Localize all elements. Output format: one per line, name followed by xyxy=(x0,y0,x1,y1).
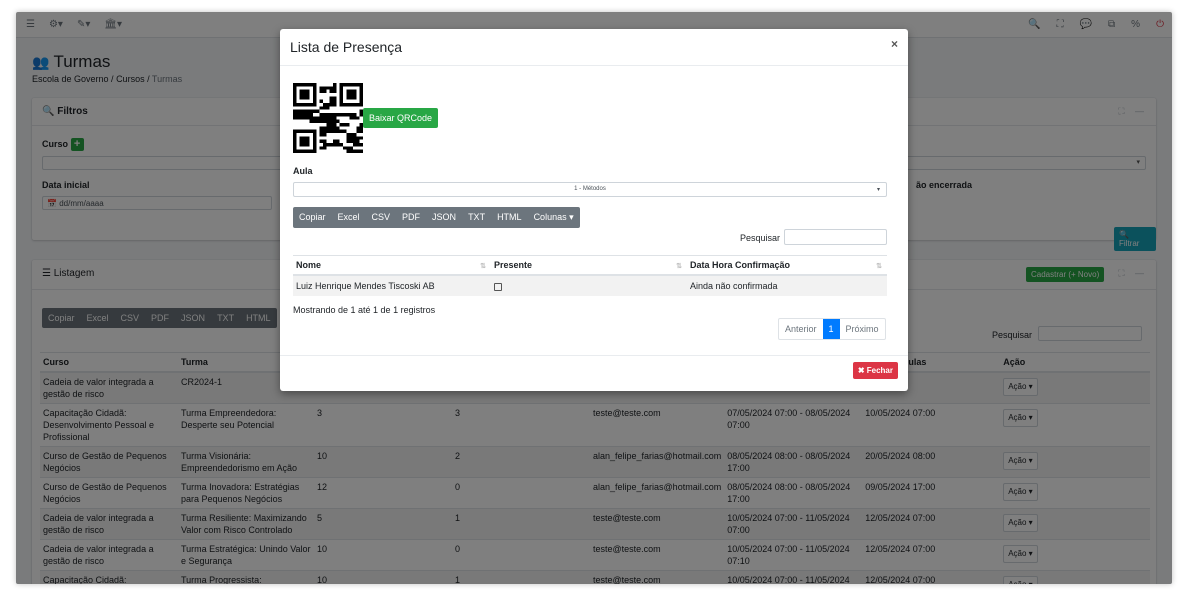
modal-export-csv[interactable]: CSV xyxy=(366,207,397,228)
aula-label: Aula xyxy=(293,166,313,176)
divider xyxy=(280,355,908,356)
pager-next[interactable]: Próximo xyxy=(840,319,885,339)
divider xyxy=(280,65,908,66)
col-presente[interactable]: Presente ⇅ xyxy=(491,255,687,276)
table-info: Mostrando de 1 até 1 de 1 registros xyxy=(293,305,436,315)
sort-icon: ⇅ xyxy=(876,263,882,270)
baixar-qrcode-button[interactable]: Baixar QRCode xyxy=(363,108,439,128)
presente-cell xyxy=(491,274,687,296)
pagination: Anterior 1 Próximo xyxy=(778,318,886,340)
presence-header-row: Nome ⇅ Presente ⇅ Data Hora Confirmação ⇅ xyxy=(293,255,887,276)
nome-cell: Luiz Henrique Mendes Tiscoski AB xyxy=(293,274,491,296)
presence-table: Nome ⇅ Presente ⇅ Data Hora Confirmação ⇅ L… xyxy=(293,255,887,296)
sort-icon: ⇅ xyxy=(480,263,486,270)
modal-export-txt[interactable]: TXT xyxy=(462,207,491,228)
presente-checkbox[interactable] xyxy=(494,282,502,291)
close-icon[interactable]: × xyxy=(891,37,898,51)
modal-export-json[interactable]: JSON xyxy=(426,207,462,228)
modal-export-colunas[interactable]: Colunas ▾ xyxy=(528,207,580,228)
modal-search-input[interactable] xyxy=(784,229,887,245)
col-nome[interactable]: Nome ⇅ xyxy=(293,255,491,276)
presence-modal: Lista de Presença × Baixar QRCode Aula 1… xyxy=(280,29,908,391)
fechar-button[interactable]: ✖ Fechar xyxy=(852,362,898,379)
modal-title: Lista de Presença xyxy=(290,39,403,55)
sort-icon: ⇅ xyxy=(676,263,682,270)
modal-export-pdf[interactable]: PDF xyxy=(396,207,426,228)
modal-export-toolbar: Copiar Excel CSV PDF JSON TXT HTML Colun… xyxy=(293,207,580,228)
modal-export-copiar[interactable]: Copiar xyxy=(293,207,332,228)
aula-select[interactable]: 1 - Métodos ▾ xyxy=(293,182,887,197)
modal-export-excel[interactable]: Excel xyxy=(332,207,366,228)
pager-prev[interactable]: Anterior xyxy=(779,319,823,339)
modal-export-html[interactable]: HTML xyxy=(491,207,528,228)
pager-page-1[interactable]: 1 xyxy=(822,319,840,339)
app-window: ☰ ⚙▾ ✎▾ 🏛▾ 🔍 ⛶ 💬 ⧉ % ⏻ 👥Turmas Escola de… xyxy=(16,12,1172,584)
modal-search-label: Pesquisar xyxy=(740,233,781,243)
status-cell: Ainda não confirmada xyxy=(687,274,887,296)
chevron-down-icon: ▾ xyxy=(876,187,880,193)
col-data-hora[interactable]: Data Hora Confirmação ⇅ xyxy=(687,255,887,276)
qr-code-image xyxy=(293,83,363,153)
table-row: Luiz Henrique Mendes Tiscoski AB Ainda n… xyxy=(293,274,887,296)
